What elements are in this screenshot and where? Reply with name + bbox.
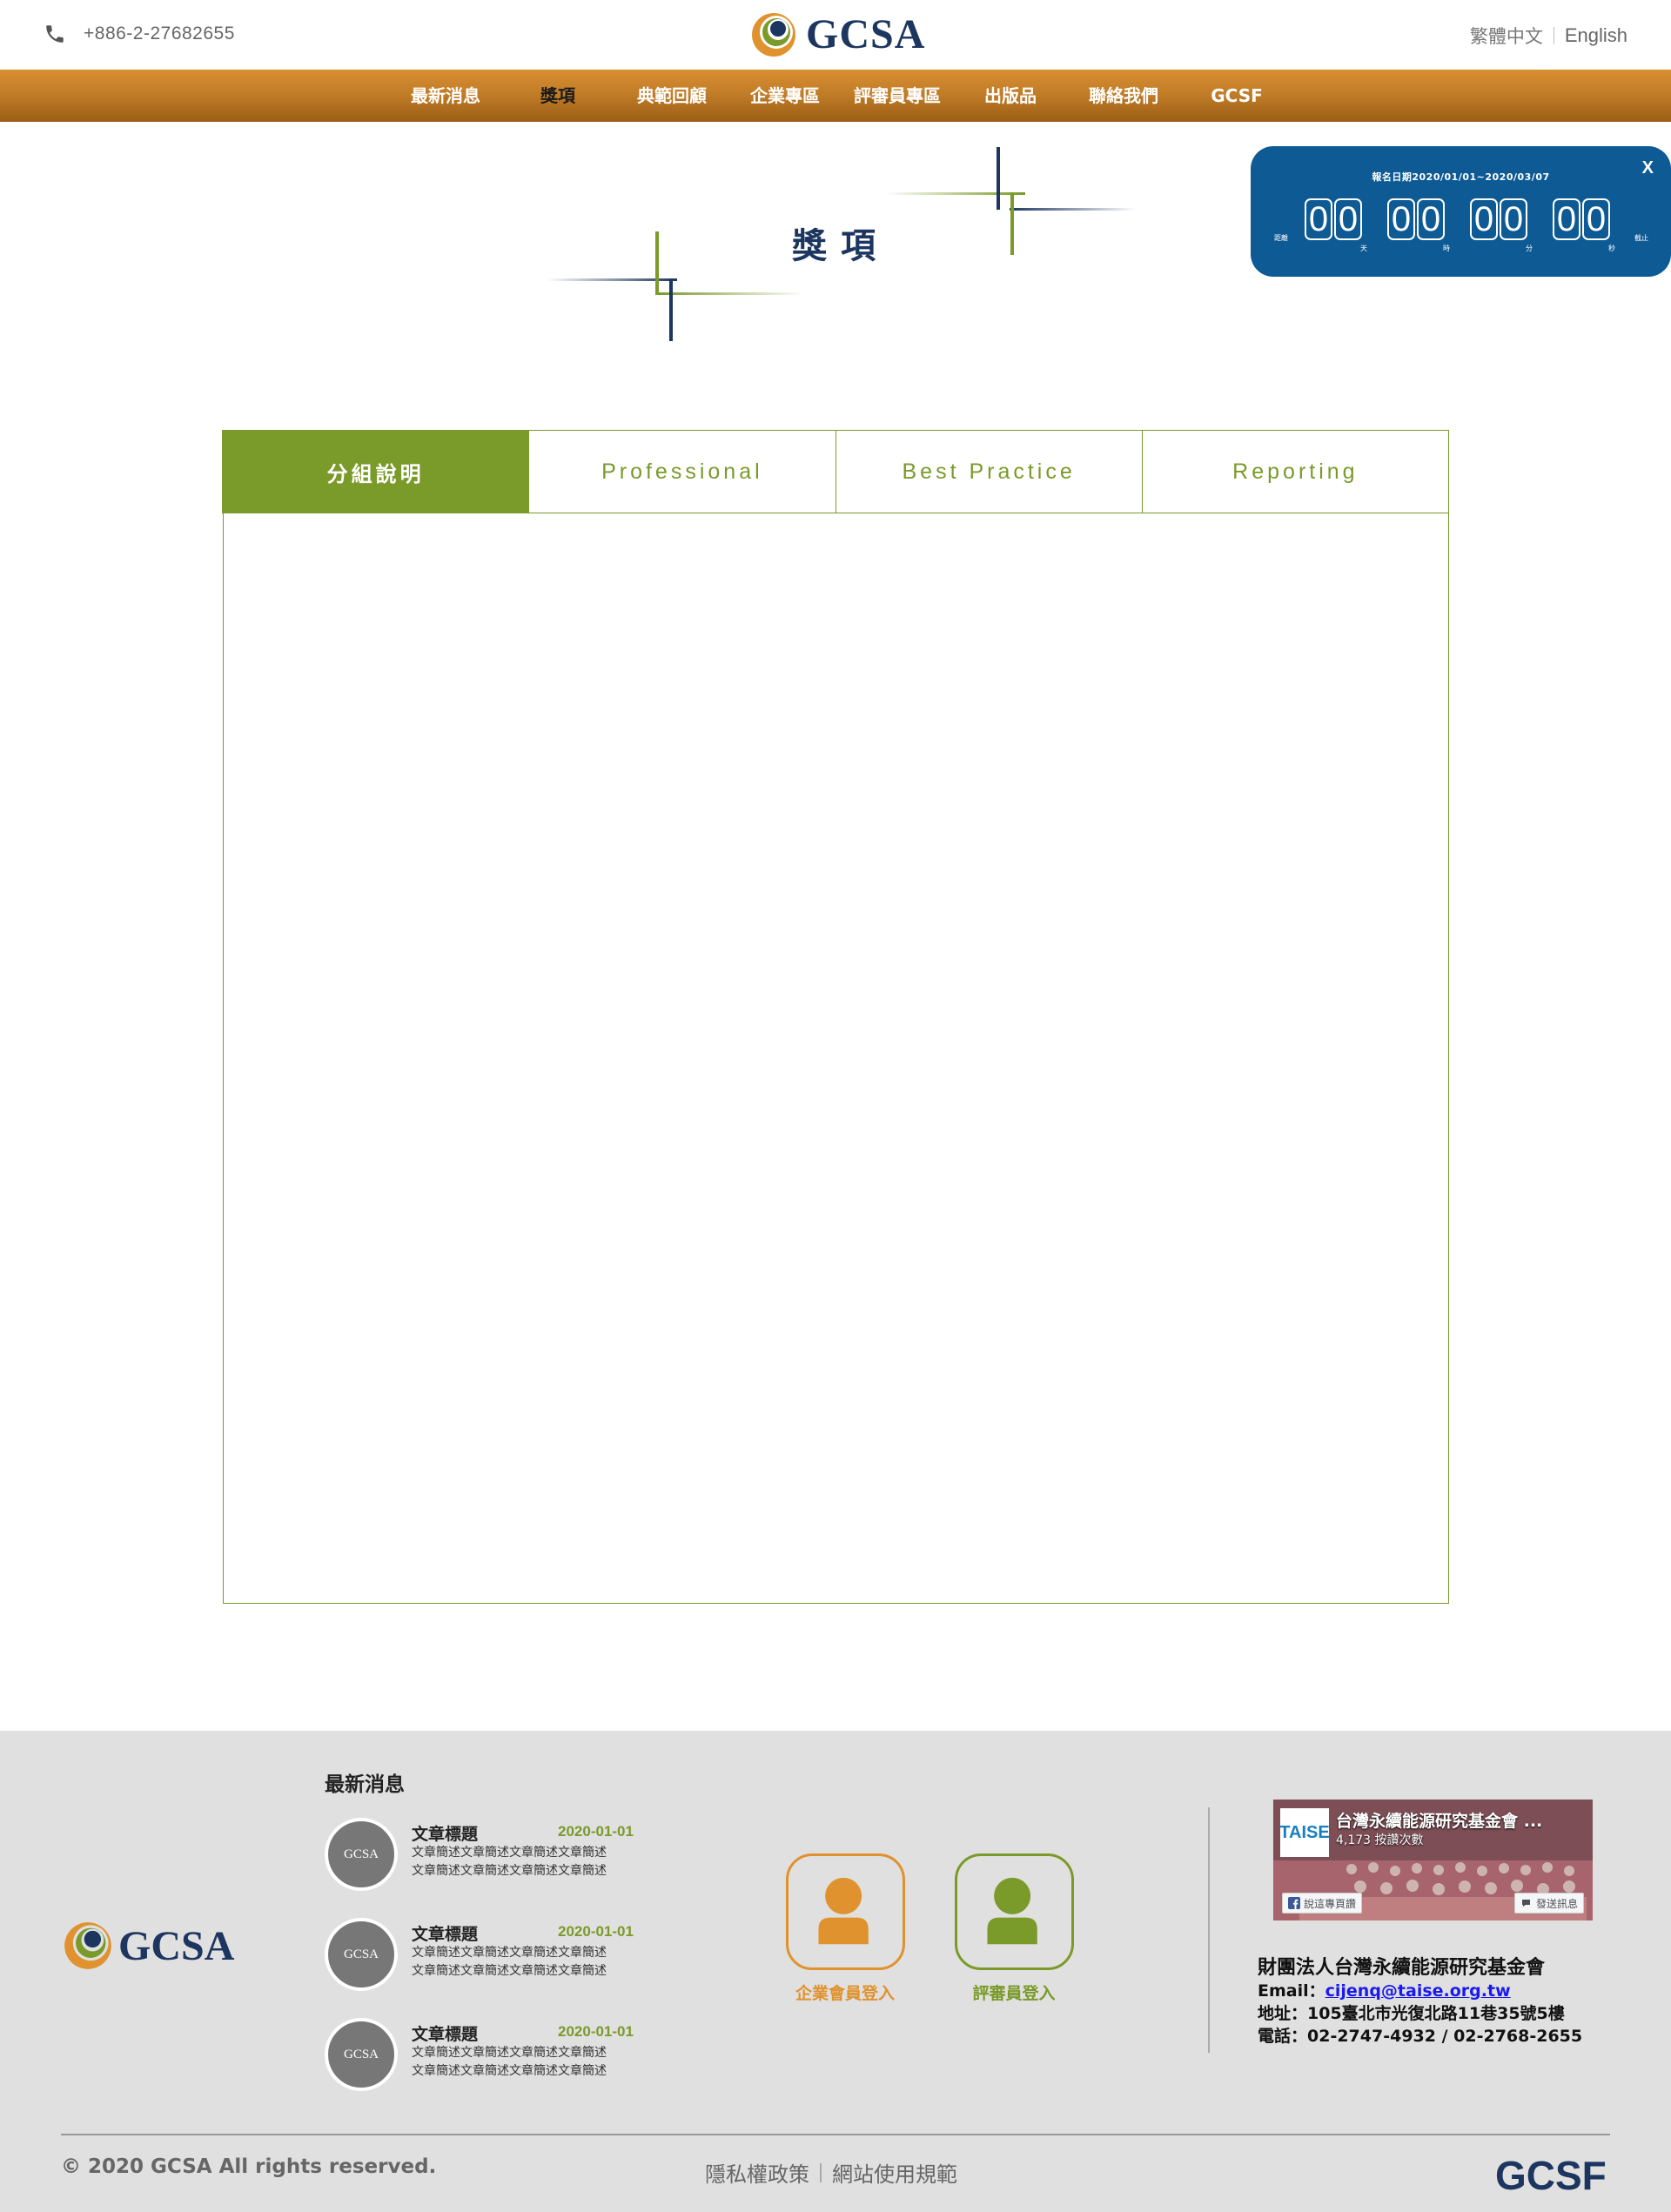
countdown-digit: 0 (1305, 198, 1332, 240)
language-switcher: 繁體中文 English (1470, 23, 1627, 49)
judge-login-label[interactable]: 評審員登入 (953, 1981, 1075, 2004)
nav-item-review[interactable]: 典範回顧 (637, 70, 707, 122)
footer-logo-text: GCSA (118, 1922, 235, 1969)
countdown-hours: 0 0 (1387, 198, 1445, 240)
tab-best-practice[interactable]: Best Practice (836, 430, 1143, 513)
facebook-page-name: 台灣永續能源研究基金會 ... (1336, 1812, 1543, 1831)
corp-login: 企業會員登入 (784, 1853, 906, 2004)
tab-content-panel (223, 513, 1449, 1604)
nav-item-news[interactable]: 最新消息 (411, 70, 480, 122)
footer-policy-links: 隱私權政策 網站使用規範 (705, 2157, 957, 2188)
countdown-unit-second: 秒 (1608, 245, 1615, 252)
phone-number: +886-2-27682655 (84, 23, 235, 44)
title-decoration-left (547, 231, 801, 341)
lang-zh-link[interactable]: 繁體中文 (1470, 23, 1543, 49)
gcsa-logo-icon (752, 12, 795, 57)
news-description: 文章簡述文章簡述文章簡述文章簡述 文章簡述文章簡述文章簡述文章簡述 (412, 2046, 607, 2078)
corp-login-label[interactable]: 企業會員登入 (784, 1981, 906, 2004)
countdown-minutes: 0 0 (1470, 198, 1527, 240)
user-icon (817, 1877, 869, 1945)
registration-countdown: X 報名日期2020/01/01~2020/03/07 距離 0 0 天 0 0… (1251, 146, 1671, 277)
nav-item-publications[interactable]: 出版品 (984, 70, 1037, 122)
countdown-digit: 0 (1334, 198, 1362, 240)
countdown-digit: 0 (1582, 198, 1610, 240)
page-title: 獎項 (792, 226, 889, 266)
site-header: +886-2-27682655 GCSA 繁體中文 English (0, 0, 1671, 70)
news-title: 文章標題 (412, 2025, 479, 2044)
nav-item-contact[interactable]: 聯絡我們 (1089, 70, 1158, 122)
email-link[interactable]: cijenq@taise.org.tw (1325, 1981, 1511, 2001)
main-nav: 最新消息 獎項 典範回顧 企業專區 評審員專區 出版品 聯絡我們 GCSF (0, 70, 1671, 122)
news-date: 2020-01-01 (558, 1923, 634, 1940)
facebook-icon (1288, 1897, 1300, 1909)
org-name: 財團法人台灣永續能源研究基金會 (1258, 1957, 1546, 1979)
copyright: © 2020 GCSA All rights reserved. (61, 2155, 437, 2178)
news-description: 文章簡述文章簡述文章簡述文章簡述 文章簡述文章簡述文章簡述文章簡述 (412, 1946, 607, 1978)
footer-logo[interactable]: GCSA (63, 1920, 234, 1971)
logo-text: GCSA (806, 11, 926, 57)
facebook-like-count: 4,173 按讚次數 (1336, 1833, 1424, 1847)
countdown-digit: 0 (1417, 198, 1445, 240)
news-item[interactable]: GCSA 文章標題 2020-01-01 文章簡述文章簡述文章簡述文章簡述 文章簡… (325, 1818, 647, 1891)
countdown-unit-day: 天 (1360, 245, 1367, 252)
nav-item-judges[interactable]: 評審員專區 (854, 70, 941, 122)
judge-login: 評審員登入 (953, 1853, 1075, 2004)
lang-en-link[interactable]: English (1565, 24, 1627, 47)
nav-item-awards[interactable]: 獎項 (540, 70, 575, 122)
facebook-like-button[interactable]: 說這專頁讚 (1282, 1893, 1363, 1914)
footer-rule (61, 2134, 1610, 2135)
policy-divider (820, 2162, 822, 2182)
news-item[interactable]: GCSA 文章標題 2020-01-01 文章簡述文章簡述文章簡述文章簡述 文章簡… (325, 1918, 647, 1991)
title-decoration-right (886, 147, 1136, 255)
facebook-message-button[interactable]: 發送訊息 (1513, 1893, 1584, 1914)
footer-news-heading: 最新消息 (325, 1773, 405, 1796)
countdown-digit: 0 (1500, 198, 1527, 240)
countdown-suffix: 截止 (1634, 234, 1648, 242)
message-icon (1521, 1900, 1530, 1907)
site-logo[interactable]: GCSA (750, 10, 925, 58)
news-avatar: GCSA (325, 2018, 398, 2091)
terms-of-use-link[interactable]: 網站使用規範 (832, 2157, 957, 2188)
news-description: 文章簡述文章簡述文章簡述文章簡述 文章簡述文章簡述文章簡述文章簡述 (412, 1846, 607, 1878)
gcsf-logo[interactable]: GCSF (1495, 2152, 1607, 2199)
countdown-days: 0 0 (1305, 198, 1362, 240)
news-title: 文章標題 (412, 1825, 479, 1844)
org-address: 地址：105臺北市光復北路11巷35號5樓 (1258, 2004, 1565, 2023)
footer-divider (1208, 1807, 1210, 2053)
news-date: 2020-01-01 (558, 1823, 634, 1840)
countdown-digit: 0 (1387, 198, 1415, 240)
phone-contact: +886-2-27682655 (44, 23, 235, 45)
org-phone: 電話：02-2747-4932 / 02-2768-2655 (1258, 2027, 1583, 2046)
tab-group-description[interactable]: 分組說明 (222, 430, 530, 513)
news-avatar: GCSA (325, 1918, 398, 1991)
news-date: 2020-01-01 (558, 2023, 634, 2040)
countdown-unit-hour: 時 (1443, 245, 1450, 252)
countdown-seconds: 0 0 (1553, 198, 1610, 240)
tab-reporting[interactable]: Reporting (1142, 430, 1449, 513)
countdown-title: 報名日期2020/01/01~2020/03/07 (1372, 171, 1550, 183)
user-icon (986, 1877, 1037, 1945)
org-email: Email：cijenq@taise.org.tw (1258, 1981, 1511, 2001)
countdown-unit-minute: 分 (1526, 245, 1533, 252)
facebook-page-widget[interactable]: TAISE 台灣永續能源研究基金會 ... 4,173 按讚次數 說這專頁讚 發… (1273, 1800, 1593, 1920)
award-tabs: 分組說明 Professional Best Practice Reportin… (222, 430, 1449, 513)
judge-login-button[interactable] (954, 1853, 1074, 1970)
nav-item-gcsf[interactable]: GCSF (1211, 70, 1263, 122)
nav-item-enterprise[interactable]: 企業專區 (750, 70, 820, 122)
countdown-prefix: 距離 (1274, 234, 1288, 242)
corp-login-button[interactable] (785, 1853, 905, 1970)
privacy-policy-link[interactable]: 隱私權政策 (705, 2157, 809, 2188)
site-footer: GCSA 最新消息 GCSA 文章標題 2020-01-01 文章簡述文章簡述文… (0, 1731, 1671, 2212)
news-title: 文章標題 (412, 1925, 479, 1944)
news-item[interactable]: GCSA 文章標題 2020-01-01 文章簡述文章簡述文章簡述文章簡述 文章簡… (325, 2018, 647, 2091)
countdown-digit: 0 (1553, 198, 1580, 240)
gcsa-logo-icon (64, 1922, 111, 1969)
taise-logo: TAISE (1279, 1808, 1330, 1857)
phone-icon (46, 25, 64, 43)
news-avatar: GCSA (325, 1818, 398, 1891)
tab-professional[interactable]: Professional (529, 430, 836, 513)
countdown-digit: 0 (1470, 198, 1498, 240)
